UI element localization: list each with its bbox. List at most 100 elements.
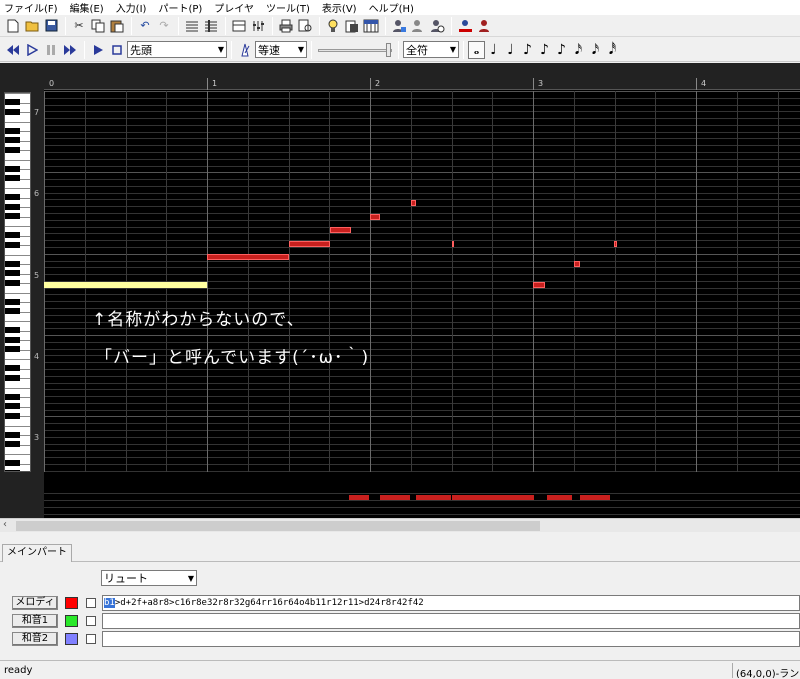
track-name-button[interactable]: メロディ bbox=[12, 596, 58, 610]
track-mute-checkbox[interactable] bbox=[86, 616, 96, 626]
horizontal-scrollbar[interactable]: ‹ bbox=[0, 518, 800, 532]
note-block[interactable] bbox=[452, 241, 454, 247]
new-file-icon[interactable] bbox=[4, 17, 22, 35]
print-preview-icon[interactable] bbox=[296, 17, 314, 35]
track-mute-checkbox[interactable] bbox=[86, 634, 96, 644]
metronome-icon[interactable] bbox=[236, 41, 254, 59]
note-block[interactable] bbox=[289, 241, 330, 247]
track-color-swatch[interactable] bbox=[65, 615, 78, 627]
note-block[interactable] bbox=[533, 282, 545, 288]
piano-roll-view-icon[interactable] bbox=[202, 17, 220, 35]
lane-block[interactable] bbox=[514, 495, 534, 500]
note-grid[interactable] bbox=[44, 91, 800, 472]
black-key[interactable] bbox=[5, 327, 20, 333]
black-key[interactable] bbox=[5, 374, 20, 381]
play-icon[interactable] bbox=[23, 41, 41, 59]
save-icon[interactable] bbox=[42, 17, 60, 35]
black-key[interactable] bbox=[5, 175, 20, 181]
instrument-select[interactable]: リュート ▼ bbox=[101, 570, 197, 586]
black-key[interactable] bbox=[5, 336, 20, 343]
cut-icon[interactable]: ✂ bbox=[70, 17, 88, 35]
menu-part[interactable]: パート(P) bbox=[158, 0, 202, 15]
lane-block[interactable] bbox=[349, 495, 369, 500]
user-blue-icon[interactable] bbox=[456, 17, 474, 35]
user-gray-icon[interactable] bbox=[409, 17, 427, 35]
black-key[interactable] bbox=[5, 203, 20, 210]
white-key[interactable] bbox=[5, 93, 30, 94]
black-key[interactable] bbox=[5, 108, 20, 115]
black-key[interactable] bbox=[5, 213, 20, 219]
note-block[interactable] bbox=[411, 200, 416, 206]
tab-main-part[interactable]: メインパート bbox=[2, 544, 72, 562]
stop-icon[interactable] bbox=[108, 41, 126, 59]
start-position-select[interactable]: 先頭 ▼ bbox=[127, 41, 227, 58]
undo-icon[interactable]: ↶ bbox=[136, 17, 154, 35]
black-key[interactable] bbox=[5, 365, 20, 371]
hundred-twenty-eighth-note-icon[interactable]: 𝅘𝅥𝅰 bbox=[604, 41, 621, 59]
white-key[interactable] bbox=[5, 359, 30, 360]
open-folder-icon[interactable] bbox=[23, 17, 41, 35]
user-red-icon[interactable] bbox=[475, 17, 493, 35]
print-icon[interactable] bbox=[277, 17, 295, 35]
white-key[interactable] bbox=[5, 321, 30, 322]
bulb-tool-icon[interactable] bbox=[324, 17, 342, 35]
black-key[interactable] bbox=[5, 346, 20, 352]
track-view-icon[interactable] bbox=[230, 17, 248, 35]
note-block[interactable] bbox=[614, 241, 617, 247]
lane-block[interactable] bbox=[416, 495, 451, 500]
black-key[interactable] bbox=[5, 412, 20, 419]
scrollbar-thumb[interactable] bbox=[16, 521, 540, 531]
white-key[interactable] bbox=[5, 454, 30, 455]
black-key[interactable] bbox=[5, 137, 20, 143]
piano-roll-editor[interactable]: 7 6 5 4 3 0 1 2 3 4 ↑名称がわからないので、 「バー」と呼ん… bbox=[0, 63, 800, 518]
piano-keyboard[interactable] bbox=[4, 92, 31, 472]
white-key[interactable] bbox=[5, 254, 30, 256]
white-key[interactable] bbox=[5, 387, 30, 389]
eighth-note-icon[interactable]: ♪ bbox=[519, 41, 536, 59]
white-key[interactable] bbox=[5, 159, 30, 161]
rewind-icon[interactable] bbox=[4, 41, 22, 59]
track-mute-checkbox[interactable] bbox=[86, 598, 96, 608]
lane-block[interactable] bbox=[547, 495, 572, 500]
white-key[interactable] bbox=[5, 425, 30, 427]
black-key[interactable] bbox=[5, 270, 20, 276]
black-key[interactable] bbox=[5, 393, 20, 400]
black-key[interactable] bbox=[5, 165, 20, 172]
slider-thumb[interactable] bbox=[386, 42, 391, 57]
lane-block[interactable] bbox=[580, 495, 610, 500]
black-key[interactable] bbox=[5, 460, 20, 466]
white-key[interactable] bbox=[5, 226, 30, 227]
black-key[interactable] bbox=[5, 298, 20, 305]
sixty-fourth-note-icon[interactable]: 𝅘𝅥𝅯 bbox=[587, 41, 604, 59]
lane-block[interactable] bbox=[452, 495, 514, 500]
black-key[interactable] bbox=[5, 431, 20, 438]
black-key[interactable] bbox=[5, 99, 20, 105]
black-key[interactable] bbox=[5, 441, 20, 447]
menu-file[interactable]: ファイル(F) bbox=[4, 0, 58, 15]
white-key[interactable] bbox=[5, 188, 30, 189]
playback-speed-select[interactable]: 等速 ▼ bbox=[255, 41, 307, 58]
track-color-swatch[interactable] bbox=[65, 633, 78, 645]
mml-input[interactable]: b1>d+2f+a8r8>c16r8e32r8r32g64rr16r64o4b1… bbox=[102, 595, 800, 611]
white-key[interactable] bbox=[5, 292, 30, 294]
menu-input[interactable]: 入力(I) bbox=[116, 0, 147, 15]
menu-edit[interactable]: 編集(E) bbox=[70, 0, 104, 15]
copy-icon[interactable] bbox=[89, 17, 107, 35]
whole-note-icon[interactable]: 𝅝 bbox=[468, 40, 485, 59]
note-block[interactable] bbox=[370, 214, 380, 220]
black-key[interactable] bbox=[5, 146, 20, 153]
menu-tools[interactable]: ツール(T) bbox=[266, 0, 310, 15]
half-note-icon[interactable]: ♩ bbox=[485, 41, 502, 59]
quarter-note-icon[interactable]: ♩ bbox=[502, 41, 519, 59]
volume-slider[interactable] bbox=[316, 42, 394, 58]
track-color-swatch[interactable] bbox=[65, 597, 78, 609]
black-key[interactable] bbox=[5, 403, 20, 409]
black-key[interactable] bbox=[5, 260, 20, 267]
note-block[interactable] bbox=[574, 261, 580, 267]
black-key[interactable] bbox=[5, 279, 20, 286]
note-block[interactable] bbox=[207, 254, 289, 260]
redo-icon[interactable]: ↷ bbox=[155, 17, 173, 35]
lane-block[interactable] bbox=[380, 495, 410, 500]
position-bar[interactable] bbox=[44, 282, 207, 288]
mml-input[interactable] bbox=[102, 631, 800, 647]
